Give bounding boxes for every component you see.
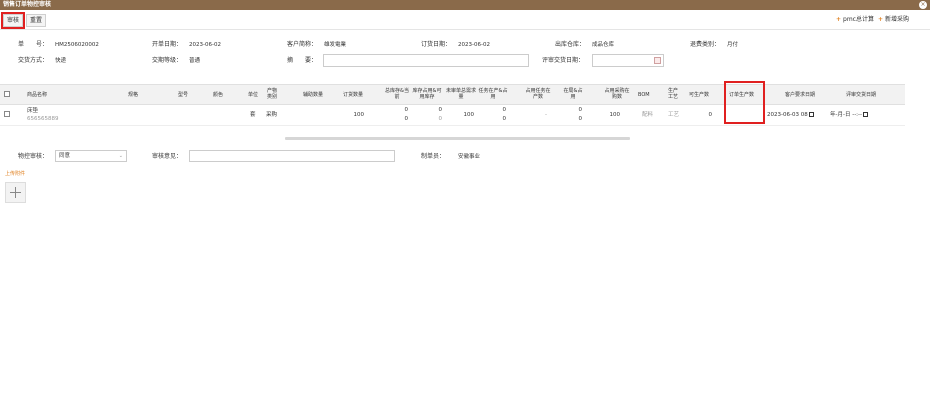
new-purchase-label: 新增采购: [885, 16, 910, 23]
calendar-icon[interactable]: [808, 112, 814, 117]
th-unit: 单位: [248, 92, 259, 98]
th-review-date: 评审交货日期: [846, 92, 877, 98]
th-process: 生产工艺: [667, 88, 678, 100]
th-occupied-purchase: 占用采购在购数: [604, 88, 630, 100]
close-icon[interactable]: ×: [919, 1, 927, 9]
th-aux-qty: 辅助数量: [303, 92, 324, 98]
summary-label: 摘 要：: [287, 57, 318, 64]
table-scrollbar[interactable]: [285, 137, 630, 140]
calendar-icon[interactable]: [863, 112, 869, 117]
order-date-value: 2023-06-02: [458, 42, 490, 48]
chevron-down-icon: ⌄: [118, 153, 123, 159]
creator-label: 制单员：: [421, 153, 446, 160]
reset-button[interactable]: 重置: [26, 14, 47, 27]
upload-label: 上传附件: [5, 171, 26, 177]
open-date-label: 开单日期：: [152, 41, 183, 48]
th-total-stock: 总库存&当前: [385, 88, 409, 100]
cell-order-qty: 100: [353, 112, 365, 118]
order-no-label: 单 号：: [18, 41, 49, 48]
material-review-label: 物控审核：: [18, 153, 49, 160]
cell-bureau-occupied: 0: [578, 116, 583, 122]
customer-label: 客户简称：: [287, 41, 318, 48]
opinion-label: 审核意见：: [152, 153, 183, 160]
customer-date-input[interactable]: 2023-06-03 08: [767, 111, 814, 120]
row-checkbox[interactable]: [4, 111, 10, 117]
summary-input[interactable]: [323, 54, 529, 67]
opinion-input[interactable]: [189, 150, 395, 162]
cell-name: 床垫: [27, 108, 39, 114]
th-order-qty: 订货数量: [343, 92, 364, 98]
cell-stock-occupied: 0: [438, 107, 443, 113]
cell-occupied-purchase: 100: [609, 112, 621, 118]
window-titlebar: 销售订单物控审核 ×: [0, 0, 930, 10]
th-occupied-task: 占用任务在产数: [525, 88, 551, 100]
th-unreviewed-demand: 未审单总需求量: [446, 88, 477, 100]
creator-value: 安徽事业: [458, 154, 481, 160]
th-in-bureau: 在局&占用: [563, 88, 583, 100]
table-row: 床垫 656565889 套 采购 100 0 0 0 0 100 0 0 - …: [0, 105, 905, 126]
review-date-cell-input[interactable]: 年-月-日 --:--: [830, 111, 869, 120]
cell-unit: 套: [250, 112, 256, 118]
select-all-checkbox[interactable]: [4, 91, 10, 97]
pmc-total-label: pmc总计算: [843, 16, 874, 23]
warehouse-label: 出库仓库：: [555, 41, 586, 48]
cell-unreviewed-demand: 100: [463, 112, 475, 118]
th-color: 颜色: [213, 92, 224, 98]
table-header: 商品名称 规格 型号 颜色 单位 产物类别 辅助数量 订货数量 总库存&当前 库…: [0, 84, 905, 105]
toolbar: 审核 重置 + pmc总计算 + 新增采购: [0, 10, 930, 30]
order-production-highlight-box: [724, 81, 765, 124]
review-date-cell-value: 年-月-日 --:--: [830, 112, 863, 118]
cell-producible: 0: [708, 112, 713, 118]
cell-process-link[interactable]: 工艺: [668, 112, 679, 119]
material-review-select[interactable]: 同意 ⌄: [55, 150, 127, 162]
material-review-value: 同意: [59, 153, 71, 159]
window-title: 销售订单物控审核: [3, 1, 52, 8]
th-task-production: 任务在产&占用: [478, 88, 508, 100]
th-model: 型号: [178, 92, 189, 98]
plus-icon: +: [836, 16, 842, 23]
pmc-total-link[interactable]: + pmc总计算: [836, 16, 874, 24]
cell-code: 656565889: [27, 116, 59, 122]
cell-current: 0: [404, 116, 409, 122]
th-spec: 规格: [128, 92, 139, 98]
calendar-icon[interactable]: [654, 57, 661, 64]
th-producible: 可生产数: [689, 92, 710, 98]
review-date-label: 评审交货日期：: [542, 57, 585, 64]
level-label: 交期等级：: [152, 57, 183, 64]
trade-method-label: 交货方式：: [18, 57, 49, 64]
cell-bom-link[interactable]: 配料: [642, 112, 653, 119]
customer-value: 雄发電業: [324, 42, 347, 48]
cell-total-stock: 0: [404, 107, 409, 113]
open-date-value: 2023-06-02: [189, 42, 221, 48]
plus-icon: +: [878, 16, 884, 23]
cell-task-occupied: 0: [502, 116, 507, 122]
upload-add-button[interactable]: [5, 182, 26, 203]
th-category: 产物类别: [266, 88, 277, 100]
cell-available-stock: 0: [438, 116, 443, 122]
audit-highlight-box: [1, 12, 25, 29]
cell-occupied-task: -: [545, 112, 547, 118]
trade-method-value: 快递: [55, 58, 67, 64]
level-value: 普通: [189, 58, 201, 64]
th-stock-occupied: 库存占用&可用库存: [412, 88, 442, 100]
new-purchase-link[interactable]: + 新增采购: [878, 16, 909, 24]
return-type-label: 退费类别：: [690, 41, 721, 48]
th-name: 商品名称: [27, 92, 48, 98]
warehouse-value: 成品仓库: [592, 42, 615, 48]
cell-category: 采购: [266, 112, 278, 118]
th-bom: BOM: [638, 92, 650, 98]
customer-date-value: 2023-06-03 08: [767, 112, 808, 118]
return-type-value: 月付: [727, 42, 739, 48]
order-date-label: 订货日期：: [421, 41, 452, 48]
cell-task-production: 0: [502, 107, 507, 113]
th-customer-date: 客户要求日期: [785, 92, 816, 98]
cell-in-bureau: 0: [578, 107, 583, 113]
order-no-value: HM2506020002: [55, 42, 99, 48]
review-date-input[interactable]: [592, 54, 664, 67]
